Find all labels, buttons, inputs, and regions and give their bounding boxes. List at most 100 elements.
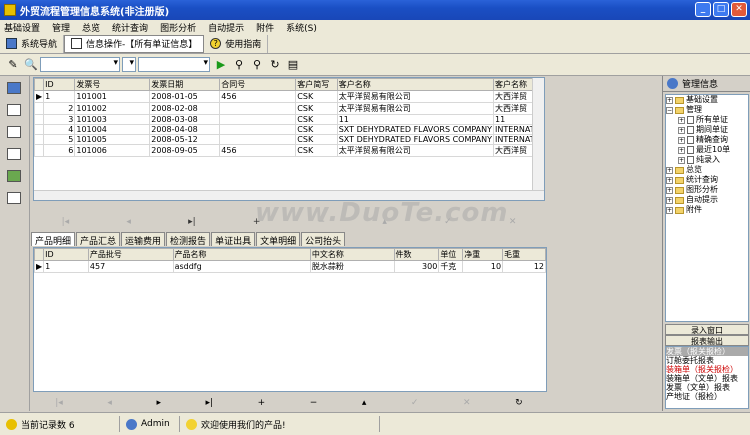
col-header[interactable]: 净重: [462, 248, 504, 261]
table-row[interactable]: 2 101002 2008-02-08 CSK 太平洋贸易有限公司 大西洋贸: [34, 102, 539, 115]
watermark: www.DuoTe.com: [255, 198, 509, 228]
print-icon[interactable]: ▤: [286, 58, 300, 72]
tree-node[interactable]: + 所有单证: [666, 115, 748, 125]
search-icon[interactable]: 🔍: [24, 58, 38, 72]
tab-product-detail[interactable]: 产品明细: [31, 232, 76, 247]
col-header[interactable]: 毛重: [502, 248, 546, 261]
tab-company-header[interactable]: 公司抬头: [301, 232, 346, 247]
first-record-icon[interactable]: |◂: [55, 398, 63, 408]
cancel-record-icon[interactable]: ✕: [509, 217, 517, 227]
tab-info-operation[interactable]: 信息操作-【所有单证信息】: [64, 34, 205, 53]
minimize-button[interactable]: _: [695, 2, 711, 17]
menu-item[interactable]: 管理: [52, 21, 70, 34]
next-record-icon[interactable]: ▸: [156, 398, 161, 408]
col-header[interactable]: 件数: [393, 248, 440, 261]
tree-node[interactable]: + 纯录入: [666, 155, 748, 165]
edit-record-icon[interactable]: ▴: [362, 398, 367, 408]
report-output-button[interactable]: 报表输出: [665, 335, 749, 346]
tree-node[interactable]: + 期间单证: [666, 125, 748, 135]
close-button[interactable]: ✕: [731, 2, 747, 17]
find-icon[interactable]: ⚲: [232, 58, 246, 72]
tab-user-guide[interactable]: ? 使用指南: [204, 34, 269, 53]
menu-item[interactable]: 附件: [256, 21, 274, 34]
table-row[interactable]: 5 101005 2008-05-12 CSK SXT DEHYDRATED F…: [34, 134, 539, 145]
doc-icon[interactable]: [7, 148, 21, 160]
tab-shipping-cost[interactable]: 运输费用: [121, 232, 166, 247]
table-row[interactable]: 3 101003 2008-03-08 CSK 11 11: [34, 114, 539, 125]
field-select[interactable]: [40, 57, 120, 72]
entry-window-button[interactable]: 录入窗口: [665, 324, 749, 335]
list-item[interactable]: 发票（报关报检）: [666, 347, 748, 356]
cancel-record-icon[interactable]: ✕: [463, 398, 471, 408]
prev-record-icon[interactable]: ◂: [107, 398, 112, 408]
tree-node[interactable]: − 管理: [666, 105, 748, 115]
list-icon[interactable]: [7, 126, 21, 138]
tree-node[interactable]: + 基础设置: [666, 95, 748, 105]
tree-node[interactable]: + 总览: [666, 165, 748, 175]
tree-node[interactable]: + 附件: [666, 205, 748, 215]
maximize-button[interactable]: □: [713, 2, 729, 17]
window-title: 外贸流程管理信息系统(非注册版): [20, 6, 170, 18]
tree-node[interactable]: + 图形分析: [666, 185, 748, 195]
tree-node[interactable]: + 统计查询: [666, 175, 748, 185]
col-header[interactable]: ID: [43, 78, 76, 91]
tab-document-detail[interactable]: 文单明细: [256, 232, 301, 247]
table-row[interactable]: 4 101004 2008-04-08 CSK SXT DEHYDRATED F…: [34, 124, 539, 135]
tab-system-nav[interactable]: 系统导航: [0, 34, 65, 53]
col-header[interactable]: 客户名称: [336, 78, 495, 91]
save-record-icon[interactable]: ✓: [411, 398, 419, 408]
chart-icon[interactable]: [7, 170, 21, 182]
list-item[interactable]: 装箱单（报关报检）: [666, 365, 748, 374]
vertical-scrollbar[interactable]: [532, 78, 544, 200]
col-header[interactable]: 中文名称: [309, 248, 395, 261]
table-row[interactable]: ▶ 1 101001 2008-01-05 456 CSK 太平洋贸易有限公司 …: [34, 90, 539, 103]
edit-pencil-icon[interactable]: ✎: [6, 58, 20, 72]
smile-icon: [186, 418, 197, 430]
menu-item[interactable]: 统计查询: [112, 21, 148, 34]
list-item[interactable]: 装箱单（文单）报表: [666, 374, 748, 383]
next-record-icon[interactable]: ▸|: [188, 217, 196, 227]
col-header[interactable]: 发票日期: [149, 78, 221, 91]
list-item[interactable]: 订舱委托报表: [666, 356, 748, 365]
folder-icon: [675, 186, 684, 194]
tab-inspection-report[interactable]: 检测报告: [166, 232, 211, 247]
tree-node[interactable]: + 精确查询: [666, 135, 748, 145]
doc-icon: [687, 136, 694, 144]
list-item[interactable]: 产地证（报检）: [666, 392, 748, 401]
tab-document-output[interactable]: 单证出具: [211, 232, 256, 247]
menu-item[interactable]: 图形分析: [160, 21, 196, 34]
trash-icon[interactable]: [7, 192, 21, 204]
doc-icon: [687, 146, 694, 154]
menu-item[interactable]: 基础设置: [4, 21, 40, 34]
tree-node[interactable]: + 最近10单: [666, 145, 748, 155]
table-row[interactable]: ▶ 1 457 asddfg 脱水蒜粉 300 千克 10 12: [34, 260, 546, 273]
menu-item[interactable]: 系统(S): [286, 21, 317, 34]
list-item[interactable]: 发票（文单）报表: [666, 383, 748, 392]
run-icon[interactable]: ▶: [214, 58, 228, 72]
grid-view-icon[interactable]: [7, 82, 21, 94]
refresh-record-icon[interactable]: ↻: [515, 398, 523, 408]
tab-product-summary[interactable]: 产品汇总: [76, 232, 121, 247]
add-record-icon[interactable]: +: [258, 398, 266, 408]
value-select[interactable]: [138, 57, 210, 72]
table-row[interactable]: 6 101006 2008-09-05 456 CSK 太平洋贸易有限公司 大西…: [34, 144, 539, 157]
col-header[interactable]: 产品名称: [172, 248, 311, 261]
first-record-icon[interactable]: |◂: [62, 217, 70, 227]
col-header[interactable]: ID: [43, 248, 89, 261]
operator-select[interactable]: [122, 57, 136, 72]
col-header[interactable]: 客户简写: [295, 78, 338, 91]
menu-item[interactable]: 总览: [82, 21, 100, 34]
tree-node[interactable]: + 自动提示: [666, 195, 748, 205]
col-header[interactable]: 单位: [438, 248, 464, 261]
delete-record-icon[interactable]: −: [310, 398, 318, 408]
last-record-icon[interactable]: ▸|: [206, 398, 214, 408]
col-header[interactable]: 合同号: [219, 78, 297, 91]
tree-icon[interactable]: [7, 104, 21, 116]
col-header[interactable]: 产品批号: [87, 248, 174, 261]
find-next-icon[interactable]: ⚲: [250, 58, 264, 72]
col-header[interactable]: 发票号: [74, 78, 151, 91]
nav-tree: + 基础设置 − 管理 + 所有单证 + 期间单证 + 精确查询 + 最近10单 + 纯录入 …: [665, 94, 749, 322]
menu-item[interactable]: 自动提示: [208, 21, 244, 34]
prev-record-icon[interactable]: ◂: [126, 217, 131, 227]
refresh-icon[interactable]: ↻: [268, 58, 282, 72]
